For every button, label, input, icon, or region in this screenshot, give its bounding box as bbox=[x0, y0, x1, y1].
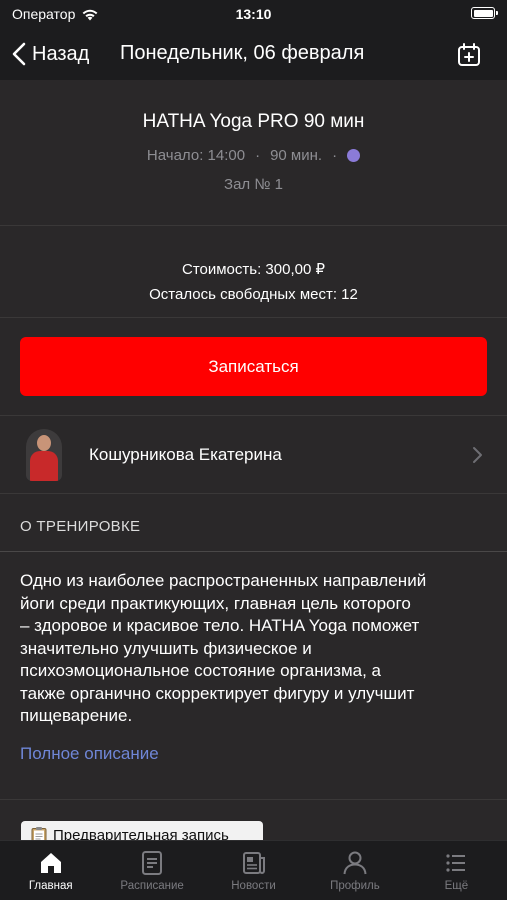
description-line: Одно из наиболее распространенных направ… bbox=[20, 571, 427, 590]
class-title: HATHA Yoga PRO 90 мин bbox=[142, 111, 365, 132]
chevron-left-icon bbox=[12, 42, 26, 66]
schedule-icon bbox=[142, 851, 163, 875]
chevron-right-icon bbox=[473, 447, 482, 463]
tab-label: Профиль bbox=[330, 880, 380, 892]
class-duration: 90 мин. bbox=[270, 147, 323, 164]
class-details: HATHA Yoga PRO 90 мин Начало: 14:00 · 90… bbox=[0, 80, 507, 840]
full-description-link[interactable]: Полное описание bbox=[0, 744, 507, 764]
tab-bar: Главная Расписание Новости Профиль Ещё bbox=[0, 840, 507, 900]
price-block: Стоимость: 300,00 ₽ Осталось свободных м… bbox=[0, 226, 507, 318]
description-line: также органично скорректирует фигуру и у… bbox=[20, 683, 415, 703]
seats-left-text: Осталось свободных мест: 12 bbox=[149, 286, 358, 303]
class-start-time: Начало: 14:00 bbox=[146, 147, 246, 164]
price-text: Стоимость: 300,00 ₽ bbox=[181, 261, 326, 278]
meta-separator: · bbox=[332, 147, 338, 164]
tab-home[interactable]: Главная bbox=[0, 841, 101, 900]
signup-button[interactable]: Записаться bbox=[20, 337, 487, 396]
meta-separator: · bbox=[255, 147, 261, 164]
back-button[interactable]: Назад bbox=[12, 38, 89, 70]
nav-bar: Назад Понедельник, 06 февраля bbox=[0, 30, 507, 80]
profile-icon bbox=[343, 851, 367, 875]
tab-profile[interactable]: Профиль bbox=[304, 841, 405, 900]
description-line: значительно улучшить физическое и bbox=[20, 638, 312, 658]
prebook-label: Предварительная запись bbox=[53, 827, 229, 840]
description-line: пищеварение. bbox=[20, 706, 133, 725]
tab-label: Главная bbox=[28, 880, 73, 892]
status-bar: Оператор 13:10 bbox=[0, 0, 507, 30]
battery-icon bbox=[471, 7, 498, 19]
prebook-badge[interactable]: Предварительная запись bbox=[21, 821, 263, 840]
class-header: HATHA Yoga PRO 90 мин Начало: 14:00 · 90… bbox=[0, 80, 507, 226]
back-label: Назад bbox=[32, 42, 90, 65]
description-line: йоги среди практикующих, главная цель ко… bbox=[20, 593, 411, 613]
clipboard-icon bbox=[31, 827, 47, 840]
tab-label: Расписание bbox=[120, 880, 184, 892]
tab-news[interactable]: Новости bbox=[203, 841, 304, 900]
divider bbox=[0, 799, 507, 800]
tab-label: Новости bbox=[231, 880, 276, 892]
class-description: Одно из наиболее распространенных направ… bbox=[0, 552, 507, 728]
trainer-row[interactable]: Кошурникова Екатерина bbox=[0, 416, 507, 494]
page-title: Понедельник, 06 февраля bbox=[120, 42, 365, 64]
signup-section: Записаться bbox=[0, 318, 507, 416]
news-icon bbox=[242, 852, 265, 874]
class-color-dot bbox=[347, 149, 361, 162]
class-meta: Начало: 14:00 · 90 мин. · bbox=[0, 147, 507, 164]
description-line: психоэмоциональное состояние организма, … bbox=[20, 661, 381, 680]
status-time: 13:10 bbox=[235, 6, 272, 22]
trainer-name: Кошурникова Екатерина bbox=[89, 444, 282, 464]
more-icon bbox=[446, 854, 466, 872]
home-icon bbox=[40, 853, 61, 873]
calendar-add-icon[interactable] bbox=[455, 41, 483, 69]
tab-label: Ещё bbox=[444, 880, 469, 892]
tab-more[interactable]: Ещё bbox=[406, 841, 507, 900]
description-line: – здоровое и красивое тело. HATHA Yoga п… bbox=[20, 616, 420, 635]
tab-schedule[interactable]: Расписание bbox=[101, 841, 202, 900]
trainer-avatar bbox=[26, 428, 62, 481]
about-section-title: О ТРЕНИРОВКЕ bbox=[0, 494, 507, 552]
class-room: Зал № 1 bbox=[224, 176, 283, 193]
